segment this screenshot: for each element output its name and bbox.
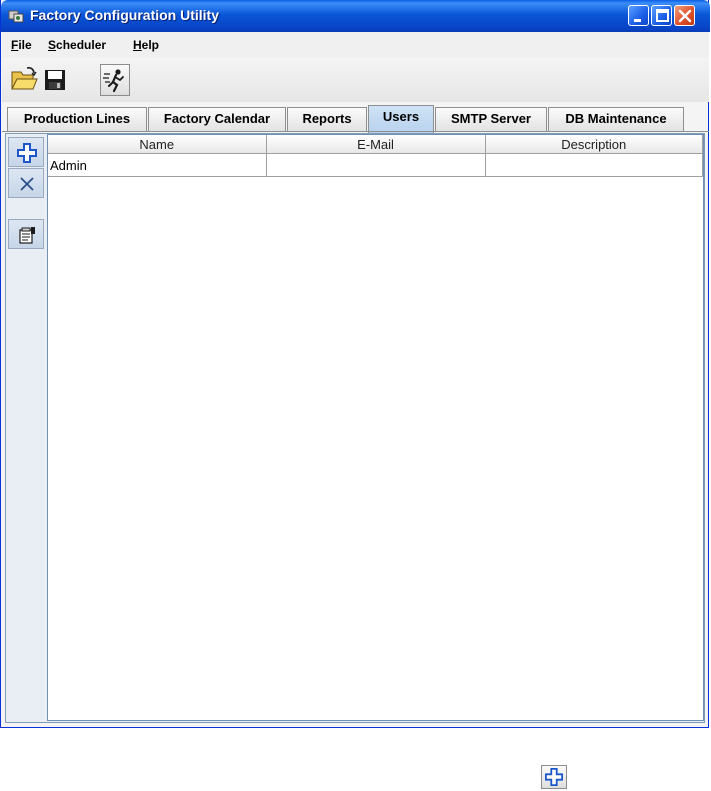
open-folder-icon (11, 67, 38, 90)
side-toolbar (6, 134, 46, 722)
menu-scheduler-mnemonic: S (48, 38, 57, 52)
column-header-name[interactable]: Name (48, 135, 267, 154)
column-header-description[interactable]: Description (485, 135, 703, 154)
maximize-icon (656, 9, 669, 22)
delete-icon (20, 177, 34, 191)
tab-db-maintenance[interactable]: DB Maintenance (548, 107, 684, 132)
column-header-email[interactable]: E-Mail (266, 135, 486, 154)
users-table-area[interactable]: Name E-Mail Description Admin (47, 134, 704, 721)
properties-icon (19, 227, 35, 244)
menu-bar: File Scheduler Help (2, 32, 709, 58)
tab-underline (2, 131, 709, 132)
user-properties-button[interactable] (8, 219, 44, 249)
cell-description[interactable] (485, 153, 703, 177)
app-icon (8, 10, 24, 23)
window-title: Factory Configuration Utility (30, 7, 219, 23)
users-panel: Name E-Mail Description Admin (5, 133, 705, 723)
menu-file-label: ile (18, 38, 32, 52)
maximize-button[interactable] (651, 5, 672, 26)
save-button[interactable] (40, 64, 70, 96)
tab-strip: Production Lines Factory Calendar Report… (2, 104, 709, 133)
save-disk-icon (45, 70, 65, 90)
open-button[interactable] (9, 64, 39, 96)
table-header-row: Name E-Mail Description (48, 135, 703, 154)
tab-factory-calendar[interactable]: Factory Calendar (148, 107, 286, 132)
close-icon (678, 9, 692, 23)
tab-production-lines[interactable]: Production Lines (7, 107, 147, 132)
menu-scheduler-label: cheduler (56, 38, 107, 52)
table-row[interactable]: Admin (48, 153, 703, 177)
minimize-icon (634, 19, 641, 22)
tab-users[interactable]: Users (368, 105, 434, 133)
run-icon (103, 69, 124, 93)
menu-help-mnemonic: H (133, 38, 142, 52)
app-window: Factory Configuration Utility File Sched… (0, 0, 710, 728)
tab-smtp-server[interactable]: SMTP Server (435, 107, 547, 132)
run-button[interactable] (100, 64, 130, 96)
cell-name[interactable]: Admin (48, 153, 267, 177)
close-button[interactable] (674, 5, 695, 26)
delete-user-button[interactable] (8, 168, 44, 198)
title-bar[interactable]: Factory Configuration Utility (1, 0, 710, 32)
users-table: Name E-Mail Description Admin (48, 135, 703, 177)
menu-file[interactable]: File (11, 38, 32, 52)
add-icon-standalone (541, 765, 567, 789)
menu-scheduler[interactable]: Scheduler (48, 38, 106, 52)
toolbar (2, 58, 709, 102)
add-icon (17, 143, 37, 163)
add-user-button[interactable] (8, 137, 44, 167)
cell-email[interactable] (266, 153, 486, 177)
menu-help-label: elp (141, 38, 160, 52)
minimize-button[interactable] (628, 5, 649, 26)
add-icon (545, 768, 563, 786)
tab-reports[interactable]: Reports (287, 107, 367, 132)
menu-help[interactable]: Help (133, 38, 159, 52)
